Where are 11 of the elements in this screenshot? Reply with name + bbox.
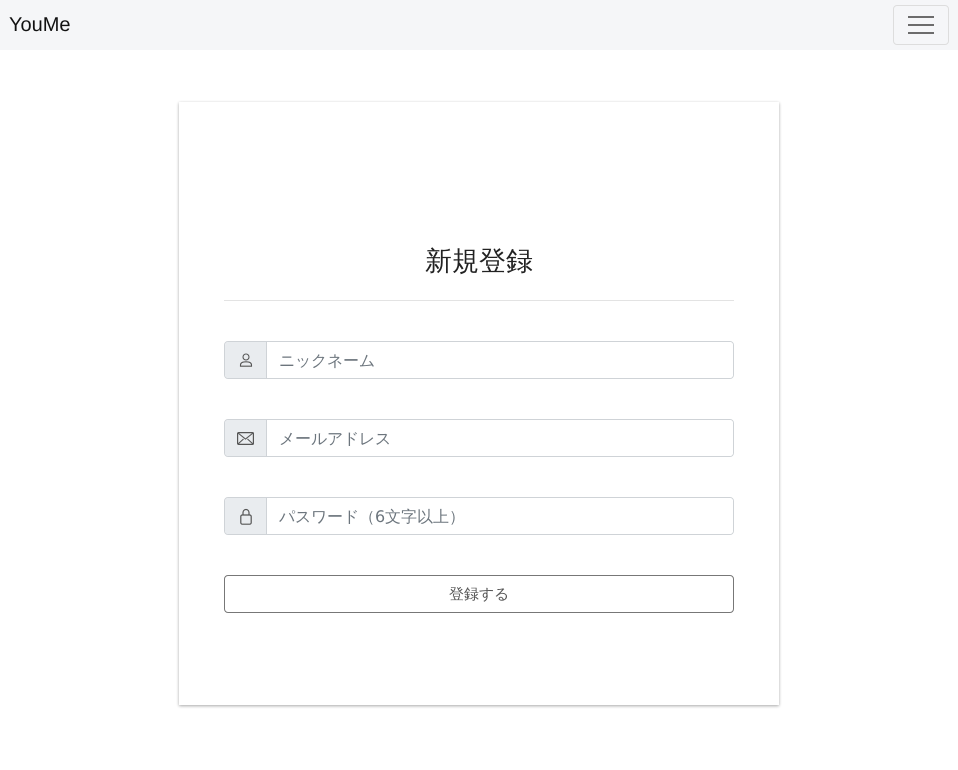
- input-field[interactable]: ニックネーム: [224, 341, 734, 379]
- menu-icon: [908, 15, 934, 35]
- register-button[interactable]: 登録する: [224, 575, 734, 613]
- menu-button[interactable]: [893, 5, 949, 45]
- brand-link[interactable]: YouMe: [9, 14, 71, 36]
- padlock-icon: [240, 508, 252, 524]
- form-title: 新規登録: [424, 245, 534, 279]
- input-field[interactable]: メールアドレス: [224, 419, 734, 457]
- input-field[interactable]: パスワード（6文字以上）: [224, 497, 734, 535]
- person-icon: [238, 353, 252, 367]
- envelope-icon: [237, 432, 254, 444]
